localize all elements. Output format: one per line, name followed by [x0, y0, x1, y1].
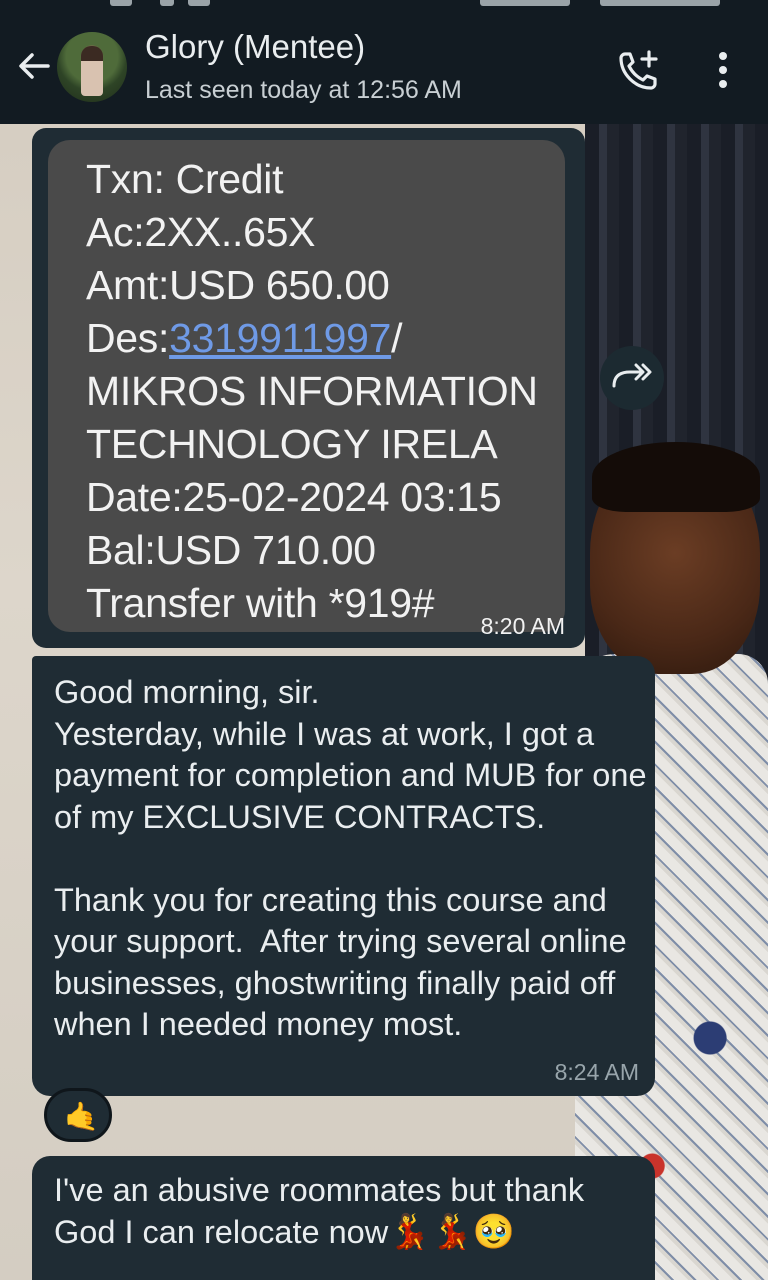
chat-area[interactable]: Txn: Credit Ac:2XX..65X Amt:USD 650.00 D…	[0, 124, 768, 1280]
message-time: 8:20 AM	[480, 613, 565, 639]
chat-header: Glory (Mentee) Last seen today at 12:56 …	[0, 14, 768, 124]
last-seen-status: Last seen today at 12:56 AM	[145, 76, 462, 104]
sms-line: TECHNOLOGY IRELA	[86, 421, 498, 467]
image-message-bubble[interactable]: Txn: Credit Ac:2XX..65X Amt:USD 650.00 D…	[32, 128, 585, 648]
sms-line: Date:25-02-2024 03:15	[86, 474, 502, 520]
sms-des-number-link[interactable]: 3319911997	[169, 315, 391, 361]
add-call-icon[interactable]	[615, 46, 663, 94]
text-message-bubble[interactable]: Good morning, sir. Yesterday, while I wa…	[32, 656, 655, 1096]
sms-line: Bal:USD 710.00	[86, 527, 376, 573]
text-message-bubble[interactable]: I've an abusive roommates but thank God …	[32, 1156, 655, 1280]
wallpaper-person-hair	[592, 442, 760, 512]
forward-button[interactable]	[600, 346, 664, 410]
contact-name[interactable]: Glory (Mentee)	[145, 28, 365, 66]
message-reaction[interactable]: 🤙	[44, 1088, 112, 1142]
more-vertical-icon[interactable]	[708, 46, 738, 94]
sms-line: Transfer with *919#	[86, 580, 435, 626]
sms-des-suffix: /	[391, 315, 403, 361]
message-text-container: I've an abusive roommates but thank God …	[54, 1170, 654, 1253]
message-time: 8:24 AM	[554, 1059, 639, 1085]
message-text: Good morning, sir. Yesterday, while I wa…	[54, 674, 647, 1042]
sms-line: Txn: Credit	[86, 156, 284, 202]
reaction-emoji: 🤙	[64, 1101, 99, 1132]
sms-des-line: Des:3319911997/	[86, 315, 402, 362]
sms-line: Amt:USD 650.00	[86, 262, 390, 308]
contact-avatar[interactable]	[57, 32, 127, 102]
sms-line: Ac:2XX..65X	[86, 209, 316, 255]
forward-icon	[612, 363, 652, 388]
sms-line: MIKROS INFORMATION	[86, 368, 538, 414]
message-emojis: 💃💃🥹	[388, 1212, 516, 1251]
arrow-left-icon[interactable]	[14, 46, 54, 86]
status-bar	[0, 0, 768, 14]
sms-screenshot: Txn: Credit Ac:2XX..65X Amt:USD 650.00 D…	[48, 140, 565, 632]
sms-des-prefix: Des:	[86, 315, 170, 361]
